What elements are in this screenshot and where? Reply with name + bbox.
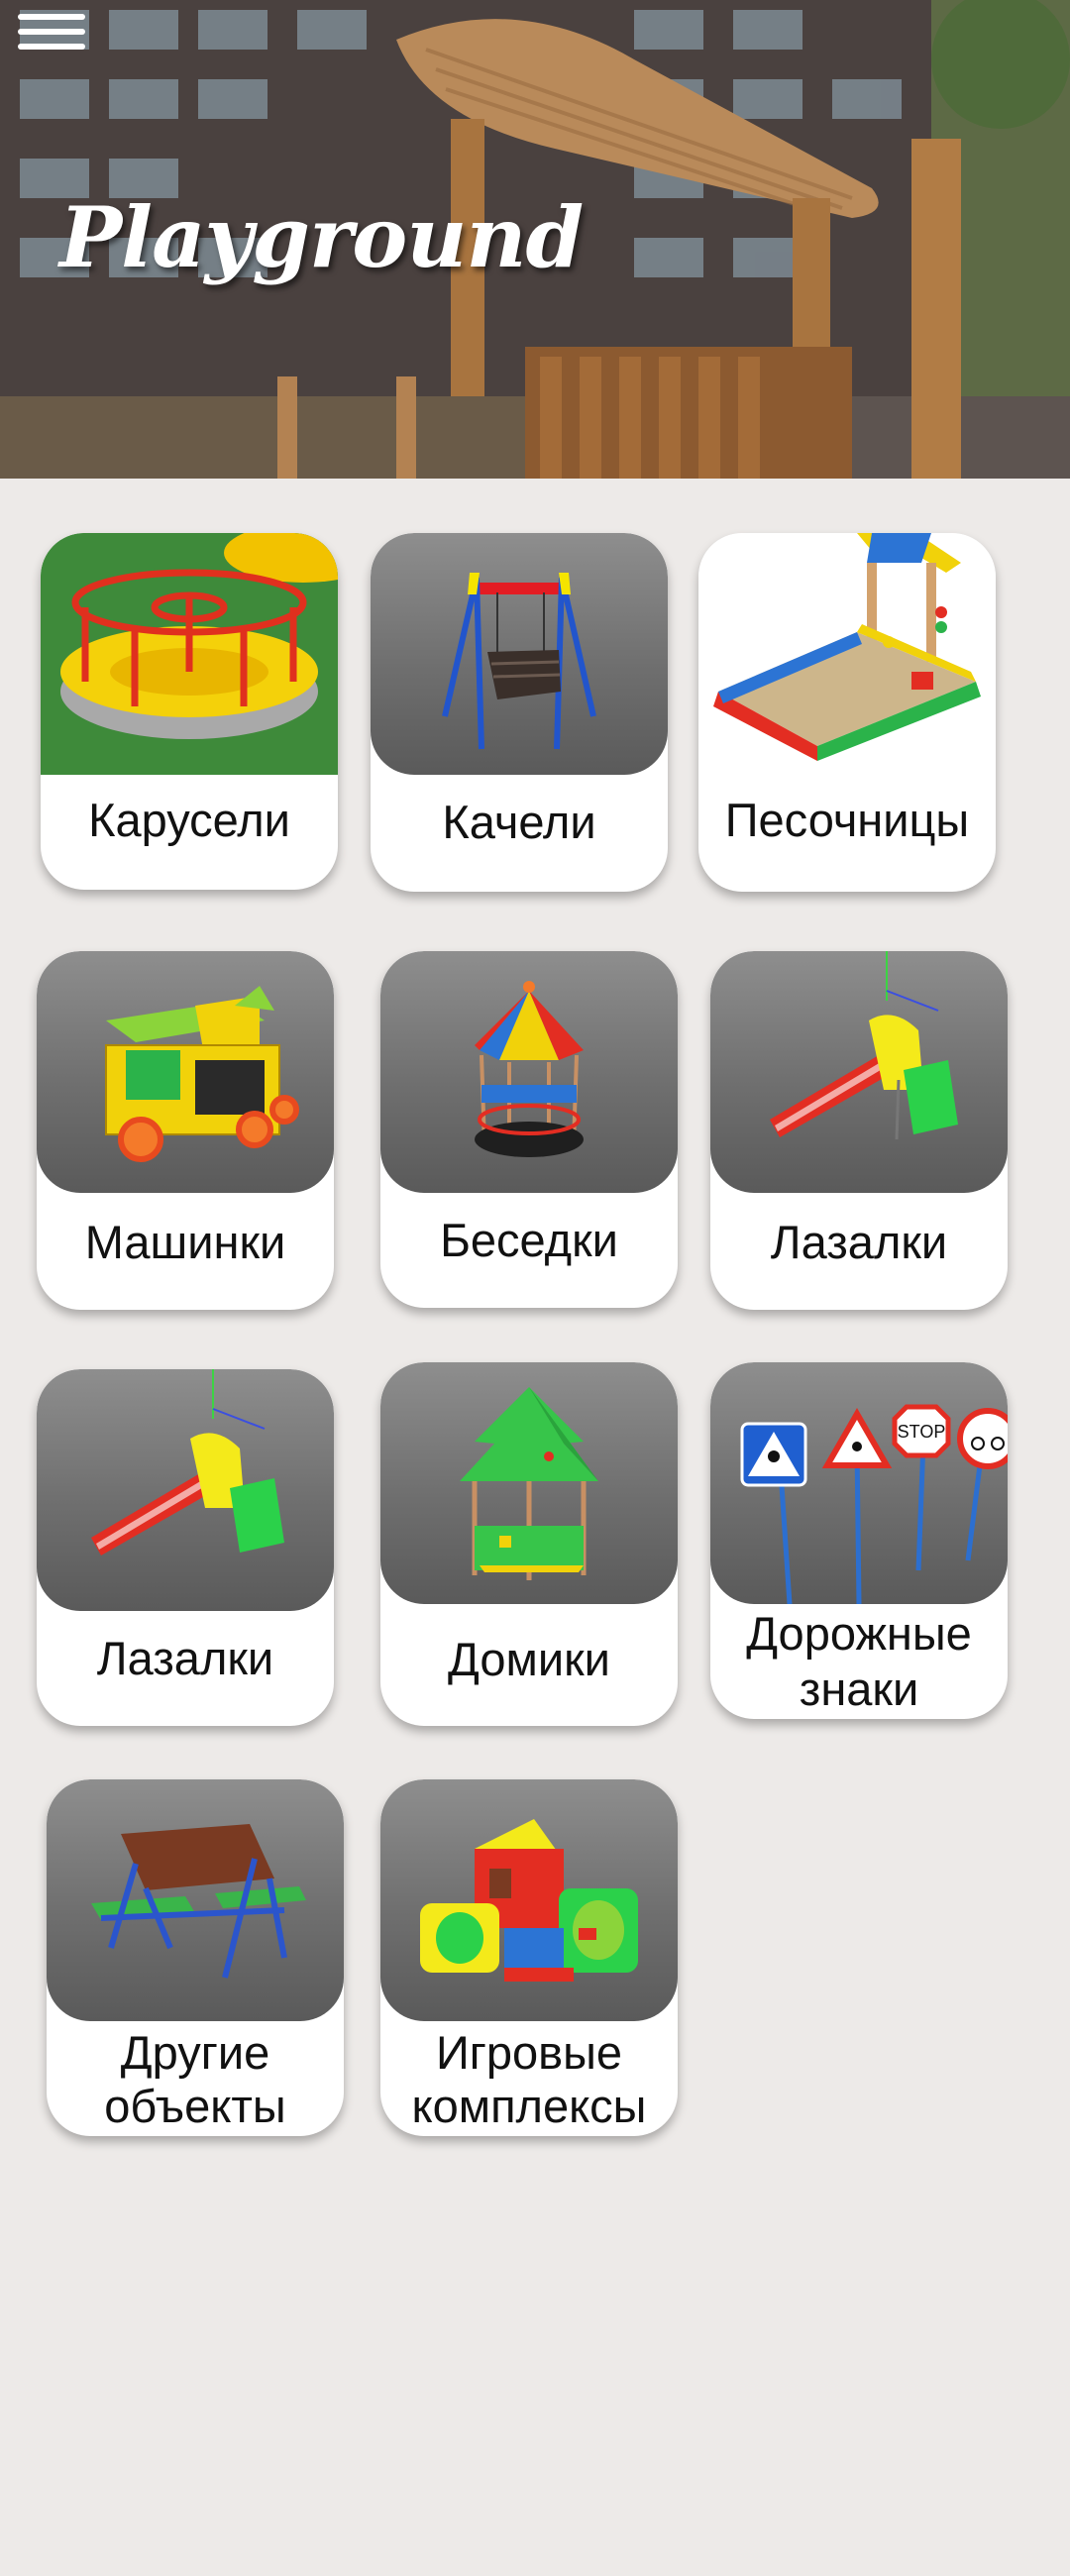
category-label-line: комплексы xyxy=(411,2080,647,2132)
header-banner: Playground xyxy=(0,0,1070,479)
category-card-other-objects[interactable]: Другие объекты xyxy=(47,1779,344,2136)
category-card-playhouses[interactable]: Домики xyxy=(380,1362,678,1726)
play-complex-icon xyxy=(380,1779,678,2021)
category-label-line: Игровые xyxy=(435,2026,623,2079)
category-label-line: объекты xyxy=(104,2080,286,2132)
toy-car-icon xyxy=(37,951,334,1193)
category-card-carousels[interactable]: Карусели xyxy=(41,533,338,890)
picnic-table-icon xyxy=(47,1779,344,2021)
carousel-icon xyxy=(41,533,338,775)
category-label: Песочницы xyxy=(724,794,970,846)
swing-icon xyxy=(371,533,668,775)
category-card-cars[interactable]: Машинки xyxy=(37,951,334,1310)
category-label: Машинки xyxy=(84,1216,286,1268)
app-title: Playground xyxy=(59,188,584,286)
stop-sign-text: STOP xyxy=(898,1422,946,1442)
road-signs-icon: STOP xyxy=(710,1362,1008,1604)
category-label-line: Дорожные xyxy=(746,1607,972,1660)
category-label: Беседки xyxy=(440,1214,618,1266)
category-card-climbers[interactable]: Лазалки xyxy=(710,951,1008,1310)
slide-icon xyxy=(710,951,1008,1193)
category-label: Карусели xyxy=(88,794,290,846)
playhouse-icon xyxy=(380,1362,678,1604)
category-card-play-complexes[interactable]: Игровые комплексы xyxy=(380,1779,678,2136)
category-card-climbers-2[interactable]: Лазалки xyxy=(37,1369,334,1726)
category-label: Лазалки xyxy=(770,1216,948,1268)
slide-icon xyxy=(37,1369,334,1611)
category-label: Домики xyxy=(448,1633,610,1685)
category-card-road-signs[interactable]: STOP Дорожные знаки xyxy=(710,1362,1008,1719)
hamburger-menu-icon[interactable] xyxy=(18,14,85,54)
category-label: Качели xyxy=(442,796,596,848)
category-label-line: Другие xyxy=(120,2026,270,2079)
category-label-line: знаки xyxy=(799,1663,919,1715)
sandbox-icon xyxy=(698,533,996,775)
gazebo-icon xyxy=(380,951,678,1193)
category-card-gazebos[interactable]: Беседки xyxy=(380,951,678,1308)
category-card-swings[interactable]: Качели xyxy=(371,533,668,892)
category-label: Лазалки xyxy=(96,1632,274,1684)
category-card-sandboxes[interactable]: Песочницы xyxy=(698,533,996,892)
